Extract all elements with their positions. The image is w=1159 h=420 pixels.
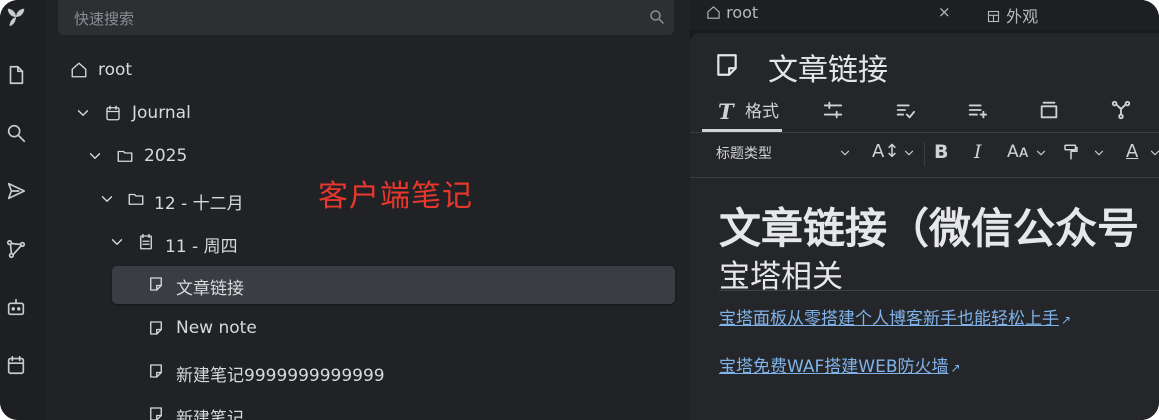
tab-bar: root × 外观 (690, 0, 1159, 30)
paint-roller-icon[interactable] (1062, 143, 1080, 165)
toolbar-divider (924, 142, 925, 166)
calendar-icon (104, 104, 122, 122)
note-content: 文章链接 T 格式 标题类型 A↕ B I Aᴀ A 文章链接（微信公众号 宝塔… (690, 33, 1159, 420)
card-icon[interactable] (1038, 99, 1060, 133)
chevron-down-icon[interactable] (902, 146, 916, 164)
chevron-down-icon[interactable] (1034, 146, 1048, 164)
toolbar-divider (690, 177, 1159, 178)
tree-item-label: Journal (132, 103, 191, 123)
italic-icon[interactable]: I (974, 141, 982, 163)
link-baota-blog[interactable]: 宝塔面板从零搭建个人博客新手也能轻松上手 ↗ (719, 304, 1071, 329)
bot-icon[interactable] (5, 296, 27, 318)
tab-root[interactable]: root (706, 3, 758, 22)
tree-item-label: 新建笔记 (176, 409, 244, 420)
editor-panel: root × 外观 文章链接 T 格式 标题类型 A↕ B I Aᴀ A 文章链… (690, 0, 1159, 420)
folder-icon (127, 190, 145, 208)
tree-item-label: New note (176, 318, 257, 338)
external-link-icon: ↗ (1061, 313, 1072, 327)
note-icon (714, 52, 740, 78)
bold-icon[interactable]: B (934, 141, 948, 163)
tab-appearance[interactable]: 外观 (986, 3, 1038, 27)
note-icon (147, 362, 165, 380)
tree-item-article-links[interactable]: 文章链接 (112, 266, 675, 304)
tree-item-label: 文章链接 (176, 279, 244, 299)
tree-item-label: root (98, 60, 133, 80)
chevron-down-icon[interactable] (1148, 146, 1159, 164)
tree-item-root[interactable]: root (66, 52, 366, 90)
chevron-down-icon[interactable] (838, 146, 852, 164)
tree-item-label: 2025 (144, 146, 188, 166)
heading-underline (719, 290, 1159, 291)
calendar-day-icon (137, 233, 155, 251)
home-icon (70, 61, 88, 79)
tab-label: root (726, 3, 759, 22)
relation-map-icon[interactable] (1110, 99, 1132, 133)
annotation-label: 客户端笔记 (318, 179, 473, 214)
tab-format-label: 格式 (745, 102, 780, 122)
graph-icon[interactable] (5, 238, 27, 260)
chevron-down-icon[interactable] (74, 104, 92, 122)
chevron-down-icon[interactable] (1092, 146, 1106, 164)
tree-item-day[interactable]: 11 - 周四 (108, 224, 408, 262)
search-placeholder: 快速搜索 (74, 10, 135, 28)
logo-icon[interactable] (5, 6, 27, 28)
folder-icon (116, 147, 134, 165)
text-color-icon[interactable]: A (1126, 141, 1138, 162)
home-icon (706, 3, 721, 22)
link-text: 宝塔免费WAF搭建WEB防火墙 (719, 357, 949, 377)
app-window: 快速搜索 root Journal 2025 12 - 十二月 11 - 周四 … (0, 0, 1159, 420)
note-title[interactable]: 文章链接 (768, 45, 888, 89)
search-input[interactable]: 快速搜索 (58, 0, 674, 35)
tree-item-new-note[interactable]: New note (147, 310, 447, 348)
note-icon (147, 405, 165, 420)
chevron-down-icon[interactable] (98, 190, 116, 208)
checklist-icon[interactable] (894, 99, 916, 133)
heading-type-label: 标题类型 (716, 146, 772, 162)
chevron-down-icon[interactable] (86, 147, 104, 165)
note-icon (147, 275, 165, 293)
list-add-icon[interactable] (966, 99, 988, 133)
search-icon[interactable] (5, 122, 27, 144)
tree-item-label: 12 - 十二月 (154, 194, 244, 214)
left-rail (0, 0, 47, 420)
tab-label: 外观 (1006, 7, 1039, 26)
font-size-icon[interactable]: A↕ (872, 141, 899, 162)
tree-item-note-999[interactable]: 新建笔记9999999999999 (147, 353, 487, 391)
new-note-icon[interactable] (5, 64, 27, 86)
calendar-icon[interactable] (5, 354, 27, 376)
chevron-down-icon[interactable] (108, 233, 126, 251)
link-baota-waf[interactable]: 宝塔免费WAF搭建WEB防火墙 ↗ (719, 352, 961, 377)
tree-item-label: 新建笔记9999999999999 (176, 366, 385, 386)
tree-item-new-note-2[interactable]: 新建笔记 (147, 396, 447, 420)
search-icon[interactable] (648, 8, 666, 26)
external-link-icon: ↗ (950, 361, 961, 375)
layout-icon (986, 7, 1001, 26)
text-format-icon: T (718, 99, 734, 124)
ribbon-divider (690, 132, 1159, 133)
link-text: 宝塔面板从零搭建个人博客新手也能轻松上手 (719, 309, 1059, 329)
note-icon (147, 319, 165, 337)
heading-1: 文章链接（微信公众号 (719, 204, 1140, 253)
close-tab-button[interactable]: × (938, 3, 951, 21)
heading-type-dropdown[interactable]: 标题类型 (716, 143, 772, 163)
properties-icon[interactable] (822, 99, 844, 133)
tab-format[interactable]: T 格式 (718, 97, 779, 131)
send-icon[interactable] (5, 180, 27, 202)
text-case-icon[interactable]: Aᴀ (1007, 142, 1029, 162)
tree-item-journal[interactable]: Journal (66, 95, 366, 133)
tree-item-label: 11 - 周四 (165, 237, 238, 257)
